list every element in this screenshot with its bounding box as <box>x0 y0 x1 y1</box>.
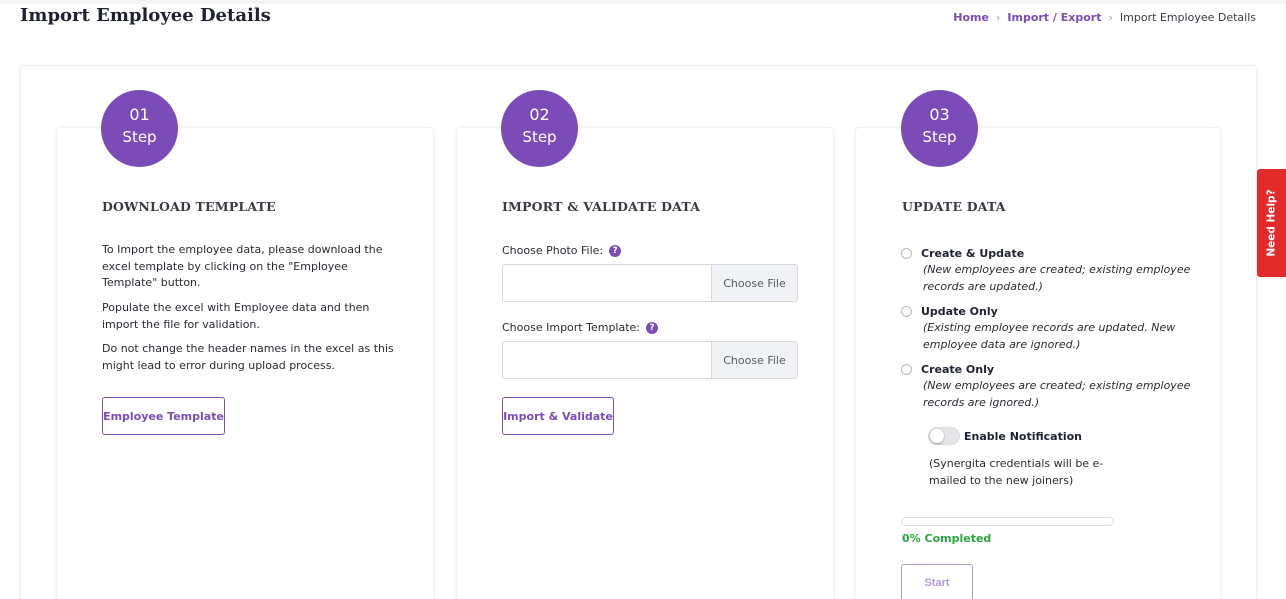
radio-button[interactable] <box>901 364 912 375</box>
step-1-paragraph: To Import the employee data, please down… <box>102 243 383 289</box>
template-choose-file-button[interactable]: Choose File <box>711 342 797 378</box>
photo-choose-file-button[interactable]: Choose File <box>711 265 797 301</box>
option-title: Create & Update <box>921 247 1025 260</box>
step-label: Step <box>922 128 957 146</box>
notification-note: (Synergita credentials will be e-mailed … <box>929 457 1104 487</box>
help-icon[interactable]: ? <box>609 244 622 257</box>
step-number: 01 <box>129 105 150 124</box>
breadcrumb: Home › Import / Export › Import Employee… <box>953 11 1256 24</box>
option-title: Update Only <box>921 305 998 318</box>
step-label: Step <box>122 128 157 146</box>
photo-file-name <box>503 265 711 301</box>
import-template-label: Choose Import Template: ? <box>502 321 659 334</box>
import-validate-button[interactable]: Import & Validate <box>502 397 614 435</box>
need-help-tab[interactable]: Need Help? <box>1257 169 1286 277</box>
notification-row: Enable Notification <box>928 427 1082 445</box>
enable-notification-toggle[interactable] <box>928 427 960 445</box>
breadcrumb-import-export-link[interactable]: Import / Export <box>1007 11 1101 24</box>
import-template-input[interactable]: Choose File <box>502 341 798 379</box>
enable-notification-label: Enable Notification <box>964 429 1083 443</box>
option-description: (New employees are created; existing emp… <box>923 263 1191 293</box>
chevron-right-icon: › <box>1108 11 1113 24</box>
top-bar <box>0 0 1286 4</box>
option-create-update[interactable]: Create & Update (New employees are creat… <box>901 245 1191 295</box>
option-title: Create Only <box>921 363 995 376</box>
step-number: 03 <box>929 105 950 124</box>
photo-file-label-text: Choose Photo File: <box>502 244 604 257</box>
step-2-badge: 02 Step <box>501 90 578 167</box>
step-1-title: DOWNLOAD TEMPLATE <box>102 199 276 214</box>
option-description: (New employees are created; existing emp… <box>923 379 1191 409</box>
step-2-title: IMPORT & VALIDATE DATA <box>502 199 701 214</box>
option-create-only[interactable]: Create Only (New employees are created; … <box>901 361 1191 411</box>
start-button[interactable]: Start <box>901 564 973 599</box>
employee-template-button[interactable]: Employee Template <box>102 397 225 435</box>
photo-file-label: Choose Photo File: ? <box>502 244 622 257</box>
step-number: 02 <box>529 105 550 124</box>
step-3-badge: 03 Step <box>901 90 978 167</box>
option-update-only[interactable]: Update Only (Existing employee records a… <box>901 303 1191 353</box>
breadcrumb-home-link[interactable]: Home <box>953 11 989 24</box>
progress-bar <box>901 517 1114 526</box>
photo-file-input[interactable]: Choose File <box>502 264 798 302</box>
page-title: Import Employee Details <box>20 5 271 26</box>
step-3-title: UPDATE DATA <box>902 199 1006 214</box>
chevron-right-icon: › <box>995 11 1001 24</box>
progress-text: 0% Completed <box>902 532 992 545</box>
step-1-paragraph: Populate the excel with Employee data an… <box>102 301 370 331</box>
step-1-badge: 01 Step <box>101 90 178 167</box>
toggle-knob <box>930 429 944 443</box>
radio-button[interactable] <box>901 306 912 317</box>
step-label: Step <box>522 128 557 146</box>
import-template-file-name <box>503 342 711 378</box>
need-help-label: Need Help? <box>1265 189 1278 257</box>
step-1-paragraph: Do not change the header names in the ex… <box>102 342 394 372</box>
breadcrumb-current: Import Employee Details <box>1119 11 1256 24</box>
help-icon[interactable]: ? <box>646 321 659 334</box>
option-description: (Existing employee records are updated. … <box>923 321 1176 351</box>
import-template-label-text: Choose Import Template: <box>502 321 641 334</box>
radio-button[interactable] <box>901 248 912 259</box>
